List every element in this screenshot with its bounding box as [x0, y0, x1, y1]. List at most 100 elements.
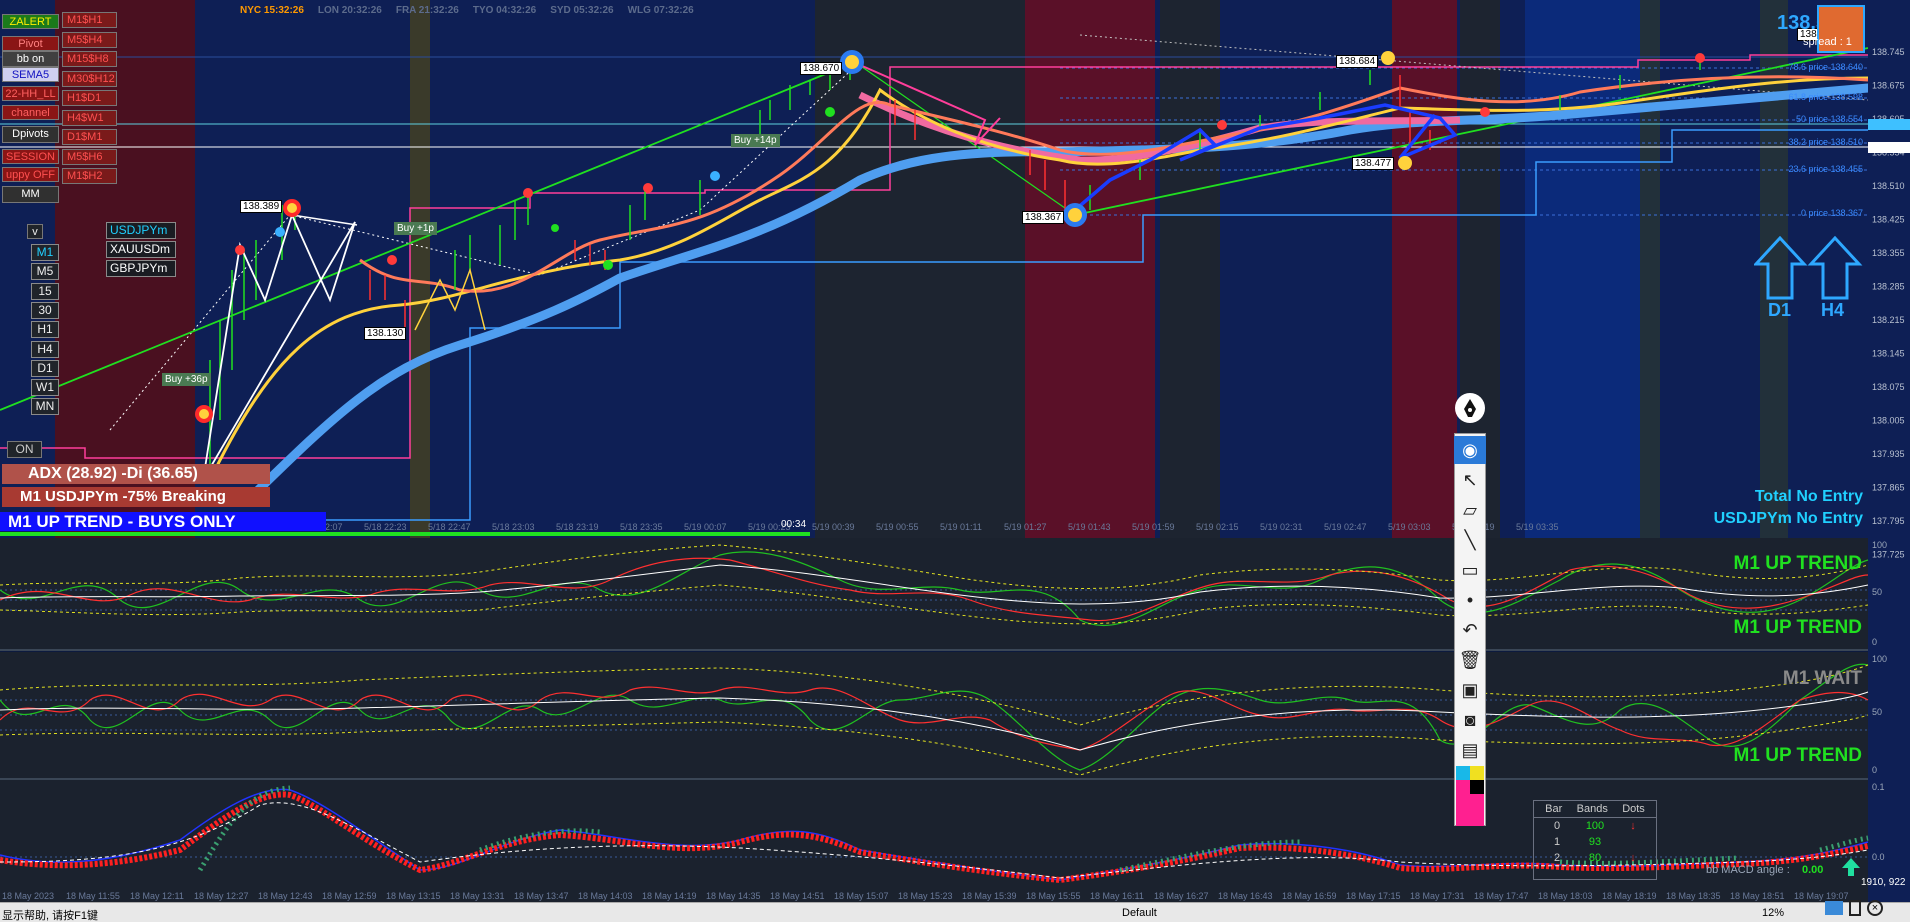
progress-bar — [0, 532, 810, 536]
cursor-icon[interactable]: ↖ — [1454, 466, 1486, 494]
svg-text:0: 0 — [1872, 637, 1877, 647]
toggle-dpivots[interactable]: Dpivots — [2, 126, 59, 143]
price-tick: 138.510 — [1872, 181, 1905, 191]
clipboard-icon[interactable] — [1849, 900, 1861, 916]
status-profile[interactable]: Default — [1122, 907, 1157, 919]
pen-icon[interactable] — [1455, 393, 1485, 423]
alert-pair-button[interactable]: H1$D1 — [62, 90, 117, 106]
time-tick: 5/19 03:35 — [1516, 522, 1559, 532]
eraser-icon[interactable]: ▱ — [1454, 496, 1486, 524]
time-tick: 18 May 14:35 — [706, 891, 761, 901]
toggle-mm[interactable]: MM — [2, 186, 59, 203]
alert-pair-button[interactable]: D1$M1 — [62, 129, 117, 145]
session-shade — [1160, 0, 1220, 538]
session-shade — [1392, 0, 1457, 538]
line-icon[interactable]: ╲ — [1454, 526, 1486, 554]
time-tick: 18 May 11:55 — [66, 891, 120, 901]
time-tick: 5/18 22:47 — [428, 522, 471, 532]
status-help: 显示帮助, 请按F1键 — [2, 910, 98, 922]
ruler-icon[interactable]: ▭ — [1454, 556, 1486, 584]
price-tick: 137.725 — [1872, 550, 1905, 560]
screen-icon[interactable]: ▣ — [1454, 676, 1486, 704]
timeframe-w1[interactable]: W1 — [31, 379, 59, 397]
table-header: Bands — [1576, 803, 1608, 815]
camera-icon[interactable]: ◙ — [1454, 706, 1486, 734]
alert-pair-button[interactable]: H4$W1 — [62, 109, 117, 126]
timeframe-30[interactable]: 30 — [31, 301, 59, 319]
price-tick: 138.145 — [1872, 349, 1905, 359]
time-tick: 18 May 12:11 — [130, 891, 184, 901]
alert-pair-button[interactable]: M1$H1 — [62, 12, 117, 28]
clock-wlg: WLG 07:32:26 — [627, 5, 694, 16]
alert-pair-button[interactable]: M15$H8 — [62, 51, 117, 67]
time-tick: 18 May 15:07 — [834, 891, 889, 901]
alert-pair-button[interactable]: M5$H6 — [62, 148, 117, 165]
table-cell: 0 — [1553, 820, 1561, 832]
status-bar — [0, 902, 1910, 922]
toggle-pivot[interactable]: Pivot — [2, 36, 59, 51]
timeframe-m5[interactable]: M5 — [31, 263, 59, 281]
bands-table-header: Bar Bands Dots — [1534, 801, 1656, 818]
session-clocks: NYC 15:32:26 LON 20:32:26 FRA 21:32:26 T… — [240, 5, 694, 16]
toggle-channel[interactable]: channel — [2, 105, 59, 120]
close-icon[interactable]: × — [1867, 900, 1883, 916]
arrow-down-icon: ↓ — [1630, 852, 1636, 864]
folder-icon[interactable] — [1825, 901, 1843, 915]
price-label: 138.389 — [240, 200, 283, 213]
trash-icon[interactable]: 🗑 — [1454, 646, 1486, 674]
alert-pair-button[interactable]: M30$H12 — [62, 70, 117, 87]
time-tick: 18 May 17:15 — [1346, 891, 1401, 901]
main-chart-canvas[interactable]: 138.745138.675138.605138.554138.510138.4… — [0, 0, 1910, 922]
symbol-gbpjpym[interactable]: GBPJPYm — [106, 260, 176, 277]
price-label: 138.670 — [800, 62, 843, 75]
toggle-zalert[interactable]: ZALERT — [2, 14, 59, 29]
clipboard-icon[interactable]: ▤ — [1454, 736, 1486, 764]
table-row: 2 80 ↓ — [1534, 850, 1656, 866]
time-tick: 18 May 18:19 — [1602, 891, 1657, 901]
time-tick: 5/19 02:47 — [1324, 522, 1367, 532]
time-tick: 18 May 17:47 — [1474, 891, 1529, 901]
price-tag-ref — [1868, 142, 1910, 153]
alert-pair-button[interactable]: M1$H2 — [62, 168, 117, 184]
timeframe-m1[interactable]: M1 — [31, 244, 59, 261]
eye-icon[interactable]: ◉ — [1454, 436, 1486, 464]
toggle-sema5[interactable]: SEMA5 — [2, 67, 59, 82]
timeframe-mn[interactable]: MN — [31, 398, 59, 416]
dot-icon[interactable]: • — [1454, 586, 1486, 614]
alert-pair-button[interactable]: M5$H4 — [62, 31, 117, 48]
bands-table: Bar Bands Dots 0 100 ↓ 1 93 2 80 ↓ — [1533, 800, 1657, 880]
cursor-coords: 1910, 922 — [1861, 877, 1906, 888]
timeframe-h1[interactable]: H1 — [31, 321, 59, 339]
symbol-xauusdm[interactable]: XAUUSDm — [106, 241, 176, 258]
osc2-signal-bottom: M1 UP TREND — [1733, 745, 1862, 766]
price-tick: 137.795 — [1872, 516, 1905, 526]
price-label: 138.130 — [364, 327, 407, 340]
time-tick: 5/19 01:43 — [1068, 522, 1111, 532]
timeframe-dropdown[interactable]: v — [27, 224, 43, 239]
osc1-signal-top: M1 UP TREND — [1733, 553, 1862, 574]
toggle-session[interactable]: SESSION — [2, 149, 59, 164]
bar-countdown: 00:34 — [781, 519, 807, 530]
time-tick: 18 May 13:31 — [450, 891, 505, 901]
toggle-uppy-off[interactable]: uppy OFF — [2, 167, 59, 182]
price-tick: 138.285 — [1872, 282, 1905, 292]
timeframe-d1[interactable]: D1 — [31, 359, 59, 377]
price-tick: 138.745 — [1872, 47, 1905, 57]
time-tick: 18 May 14:19 — [642, 891, 697, 901]
color-palette-icon[interactable] — [1454, 766, 1486, 826]
toggle-22-hh-ll[interactable]: 22-HH_LL — [2, 86, 59, 101]
time-tick: 5/18 22:23 — [364, 522, 407, 532]
clock-nyc: NYC 15:32:26 — [240, 5, 304, 16]
price-tag-current — [1868, 119, 1910, 130]
arrow-down-icon: ↓ — [1630, 820, 1636, 832]
price-tick: 138.075 — [1872, 382, 1905, 392]
timeframe-15[interactable]: 15 — [31, 282, 59, 300]
undo-icon[interactable]: ↶ — [1454, 616, 1486, 644]
toggle-bb-on[interactable]: bb on — [2, 51, 59, 67]
arrow-up-icon — [1807, 236, 1863, 300]
timeframe-h4[interactable]: H4 — [31, 340, 59, 358]
symbol-usdjpym[interactable]: USDJPYm — [106, 222, 176, 239]
buy-label: Buy +36p — [162, 373, 211, 386]
svg-text:0.1: 0.1 — [1872, 782, 1885, 792]
on-button[interactable]: ON — [7, 441, 42, 458]
